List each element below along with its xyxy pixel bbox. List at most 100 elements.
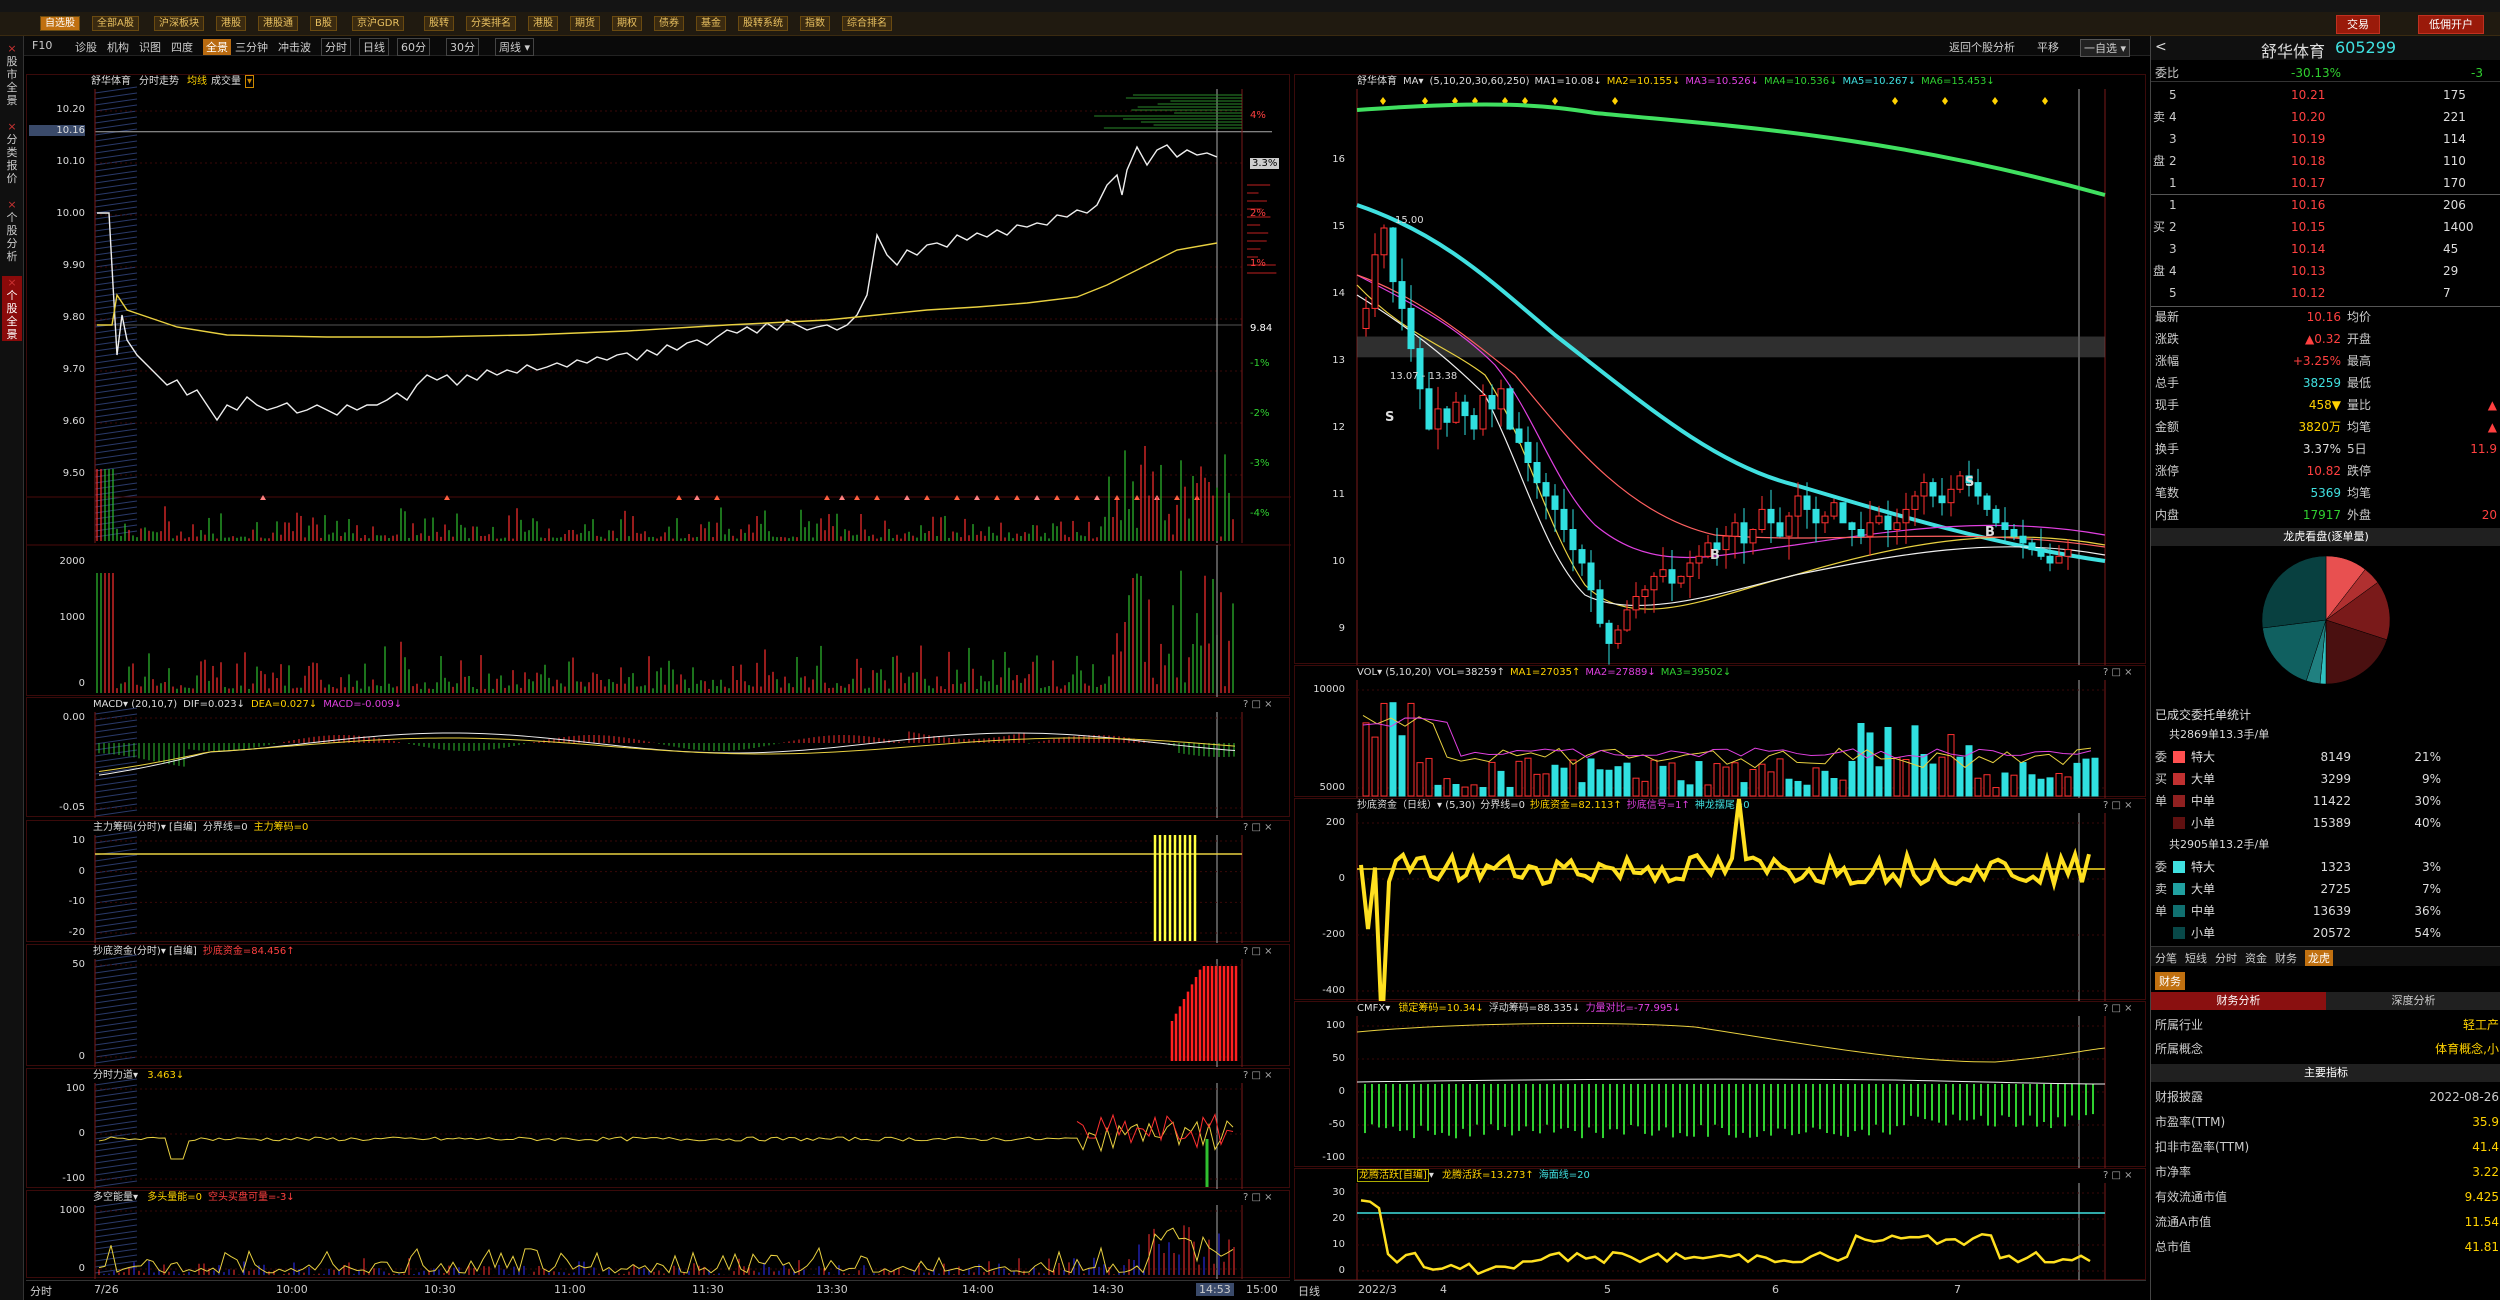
- indicator-tick: -100: [62, 1173, 85, 1184]
- fin-subtab-1[interactable]: 深度分析: [2326, 992, 2500, 1010]
- chart-tab-10[interactable]: 60分: [397, 38, 430, 56]
- quote-tab-3[interactable]: 资金: [2245, 950, 2267, 966]
- chart-tab-0[interactable]: F10: [32, 39, 52, 52]
- quote-title-bar: < 舒华体育 605299: [2151, 36, 2500, 61]
- pct-tick: -4%: [1250, 508, 1270, 519]
- buy-level-row[interactable]: 3 10.14 45: [2151, 238, 2500, 260]
- stat-row: 最新 10.16 均价: [2151, 306, 2500, 328]
- close-icon[interactable]: ×: [2, 42, 22, 55]
- close-icon[interactable]: ×: [2, 276, 22, 289]
- sell-level-row[interactable]: 1 10.17 170: [2151, 172, 2500, 194]
- stat-row: 金额 3820万 均笔 ▲: [2151, 416, 2500, 438]
- intraday-chart-panel[interactable]: 舒华体育 分时走势 均线 成交量 ▾ 10.20 10.16 10.10 10.00 9.90 9.…: [26, 74, 1291, 697]
- indicator-tick: 20: [1332, 1213, 1345, 1224]
- indicator-tick: -200: [1322, 929, 1345, 940]
- left-indicator-panel-4[interactable]: 多空能量▾ 多头量能=0 空头买盘可量=-3↓? □ × 1000 0: [26, 1190, 1290, 1279]
- back-chevron-icon[interactable]: <: [2155, 39, 2167, 55]
- chart-tab-12[interactable]: 周线 ▾: [495, 38, 535, 56]
- date-tick: 4: [1440, 1283, 1447, 1296]
- menu-item-12[interactable]: 债券: [654, 16, 684, 31]
- menu-item-1[interactable]: 全部A股: [92, 16, 139, 31]
- left-indicator-panel-3[interactable]: 分时力道▾ 3.463↓? □ × 100 0 -100: [26, 1068, 1290, 1189]
- pie-title: 龙虎看盘(逐单量): [2151, 528, 2500, 546]
- chart-tab-7[interactable]: 冲击波: [278, 39, 311, 55]
- index-value: 11.54: [2464, 1215, 2499, 1229]
- menu-item-2[interactable]: 沪深板块: [154, 16, 204, 31]
- webi-value: -30.13%: [2291, 66, 2342, 80]
- buy-side-label: 买: [2153, 220, 2166, 234]
- chart-tab-2[interactable]: 机构: [107, 39, 129, 55]
- close-icon[interactable]: ×: [2, 198, 22, 211]
- close-icon[interactable]: ×: [2, 120, 22, 133]
- toolbar-right-2[interactable]: 一自选 ▾: [2080, 39, 2131, 57]
- left-indicator-panel-1[interactable]: 主力筹码(分时)▾ [自编] 分界线=0 主力筹码=0? □ × 10 0 -10 -20: [26, 820, 1290, 943]
- daily-corner-label[interactable]: 日线: [1298, 1283, 1320, 1299]
- menu-item-6[interactable]: 京沪GDR: [352, 16, 405, 31]
- trade-button[interactable]: 交易: [2336, 15, 2380, 34]
- menu-item-8[interactable]: 分类排名: [466, 16, 516, 31]
- menu-item-5[interactable]: B股: [310, 16, 337, 31]
- left-indicator-panel-0[interactable]: MACD▾ (20,10,7) DIF=0.023↓ DEA=0.027↓ MACD=…: [26, 697, 1290, 818]
- menu-item-4[interactable]: 港股通: [258, 16, 298, 31]
- buy-level-row[interactable]: 1 10.16 206: [2151, 194, 2500, 216]
- fin-subtab-0[interactable]: 财务分析: [2151, 992, 2326, 1010]
- quote-tab-1[interactable]: 短线: [2185, 950, 2207, 966]
- intraday-corner-label[interactable]: 分时: [30, 1283, 52, 1299]
- quote-tab-0[interactable]: 分笔: [2155, 950, 2177, 966]
- chart-tab-4[interactable]: 四度: [171, 39, 193, 55]
- chart-tab-9[interactable]: 日线: [359, 38, 389, 56]
- daily-kline-panel[interactable]: 舒华体育 MA▾ (5,10,20,30,60,250) MA1=10.08↓ MA2=…: [1294, 74, 2146, 696]
- sell-level-row[interactable]: 盘 2 10.18 110: [2151, 150, 2500, 172]
- fin-tab[interactable]: 财务: [2155, 972, 2185, 990]
- menu-item-7[interactable]: 股转: [424, 16, 454, 31]
- right-indicator-panel-0[interactable]: VOL▾ (5,10,20) VOL=38259↑ MA1=27035↑ MA2=27…: [1294, 665, 2146, 798]
- quote-tab-4[interactable]: 财务: [2275, 950, 2297, 966]
- stat-value: 10.16: [2306, 310, 2341, 324]
- menu-item-9[interactable]: 港股: [528, 16, 558, 31]
- menu-item-16[interactable]: 综合排名: [842, 16, 892, 31]
- buy-level-row[interactable]: 买 2 10.15 1400: [2151, 216, 2500, 238]
- indicator-tick: 0.00: [62, 712, 85, 723]
- chart-tab-6[interactable]: 三分钟: [235, 39, 268, 55]
- right-indicator-panel-3[interactable]: 龙腾活跃[自编] ▾ 龙腾活跃=13.273↑ 海面线=20? □ × 30 20 10 0: [1294, 1168, 2146, 1281]
- sell-level-row[interactable]: 3 10.19 114: [2151, 128, 2500, 150]
- menu-item-14[interactable]: 股转系统: [738, 16, 788, 31]
- order-count: 1323: [2320, 860, 2351, 874]
- sell-level-row[interactable]: 卖 4 10.20 221: [2151, 106, 2500, 128]
- buy-level-row[interactable]: 5 10.12 7: [2151, 282, 2500, 304]
- chart-tab-11[interactable]: 30分: [446, 38, 479, 56]
- chart-tab-3[interactable]: 识图: [139, 39, 161, 55]
- date-tick: 6: [1772, 1283, 1779, 1296]
- menu-item-3[interactable]: 港股: [216, 16, 246, 31]
- side-tab-2[interactable]: × 个股分析: [2, 198, 22, 263]
- left-indicator-panel-2[interactable]: 抄底资金(分时)▾ [自编] 抄底资金=84.456↑? □ × 50 0: [26, 944, 1290, 1067]
- chart-tab-8[interactable]: 分时: [321, 38, 351, 56]
- stat-label: 涨跌: [2155, 332, 2180, 346]
- menu-item-0[interactable]: 自选股: [40, 16, 80, 31]
- menu-item-15[interactable]: 指数: [800, 16, 830, 31]
- order-class-row: 委 特大 8149 21%: [2151, 746, 2500, 768]
- buy-level-row[interactable]: 盘 4 10.13 29: [2151, 260, 2500, 282]
- indicator-tick: 5000: [1319, 782, 1345, 793]
- right-indicator-panel-2[interactable]: CMFX▾ 锁定筹码=10.34↓ 浮动筹码=88.335↓ 力量对比=-77.99…: [1294, 1001, 2146, 1168]
- side-tab-1[interactable]: × 分类报价: [2, 120, 22, 185]
- open-account-button[interactable]: 低佣开户: [2418, 15, 2484, 34]
- toolbar-right-0[interactable]: 返回个股分析: [1949, 39, 2015, 55]
- menu-item-11[interactable]: 期权: [612, 16, 642, 31]
- sell-level-row[interactable]: 5 10.21 175: [2151, 84, 2500, 106]
- quote-tab-5[interactable]: 龙虎: [2305, 950, 2333, 966]
- side-tab-0[interactable]: × 股市全景: [2, 42, 22, 107]
- kline-annotation: S: [1965, 475, 1975, 490]
- toolbar-right-1[interactable]: 平移: [2037, 39, 2059, 55]
- chart-tab-1[interactable]: 诊股: [75, 39, 97, 55]
- indicator-plot: [1356, 798, 2106, 1030]
- chart-tab-5[interactable]: 全景: [203, 39, 231, 55]
- index-value: 35.9: [2472, 1115, 2499, 1129]
- menu-item-13[interactable]: 基金: [696, 16, 726, 31]
- sell-price: 10.19: [2291, 132, 2326, 146]
- right-indicator-panel-1[interactable]: 抄底资金（日线）▾ (5,30) 分界线=0 抄底资金=82.113↑ 抄底信号=1↑…: [1294, 798, 2146, 1030]
- quote-tab-2[interactable]: 分时: [2215, 950, 2237, 966]
- side-tab-3[interactable]: × 个股全景: [2, 276, 22, 341]
- menu-item-10[interactable]: 期货: [570, 16, 600, 31]
- sell-side-label: 卖: [2153, 110, 2166, 124]
